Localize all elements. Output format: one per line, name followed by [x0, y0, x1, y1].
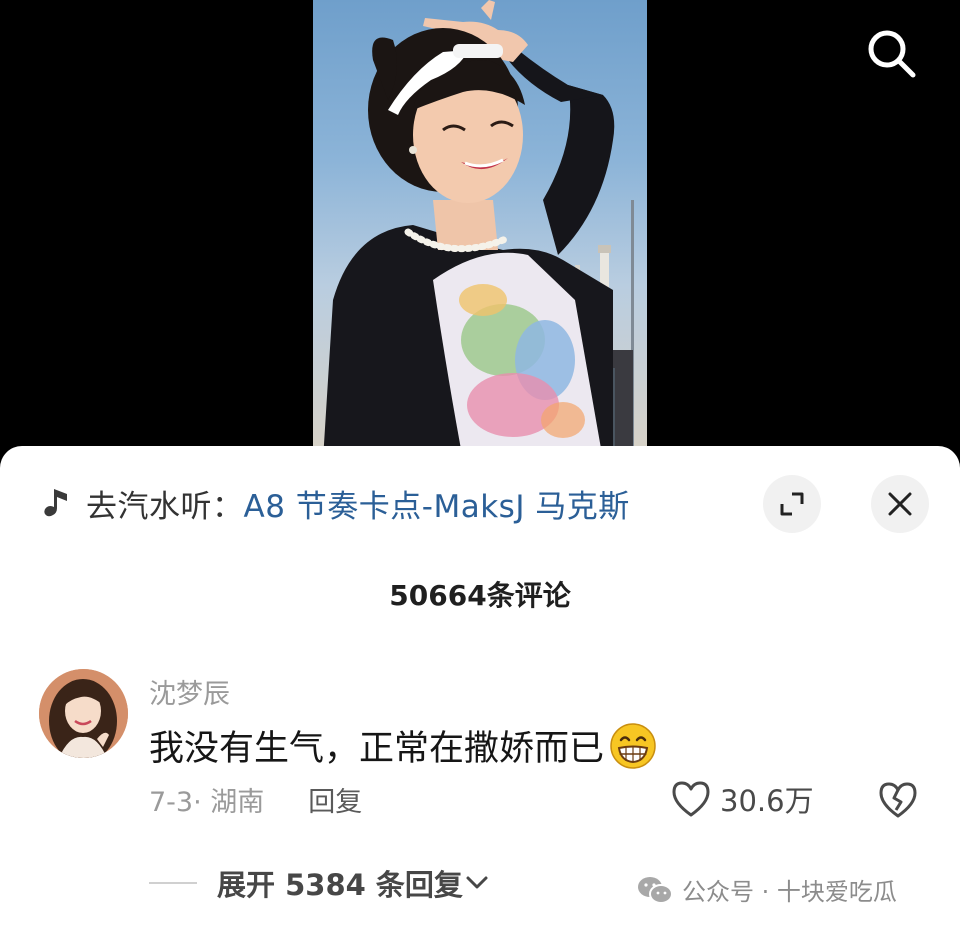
wechat-icon [638, 876, 673, 904]
avatar-image [39, 669, 128, 758]
video-player[interactable] [313, 0, 647, 460]
comment-username[interactable]: 沈梦辰 [149, 672, 230, 711]
comment-body: 我没有生气，正常在撒娇而已 [149, 729, 605, 769]
comment-meta: 7-3· 湖南 回复 [149, 780, 362, 819]
music-link[interactable]: 去汽水听： A8 节奏卡点-MaksJ 马克斯 [40, 478, 630, 528]
like-count: 30.6万 [720, 784, 814, 818]
music-note-icon [44, 489, 67, 517]
app-screen: 去汽水听： A8 节奏卡点-MaksJ 马克斯 50664条评论 沈梦辰 我没有… [0, 0, 960, 929]
video-frame-image [323, 0, 634, 460]
expand-replies-button[interactable]: 展开 5384 条回复 [149, 862, 491, 904]
divider-line [149, 882, 197, 884]
reply-button[interactable]: 回复 [308, 780, 362, 819]
comment-text: 我没有生气，正常在撒娇而已 [149, 720, 658, 771]
music-title[interactable]: A8 节奏卡点-MaksJ 马克斯 [244, 481, 630, 526]
search-icon [868, 30, 916, 78]
expand-replies-label: 展开 5384 条回复 [217, 868, 463, 902]
heart-icon [672, 781, 710, 817]
search-button[interactable] [858, 20, 924, 86]
comment-date-location: 7-3· 湖南 [149, 787, 265, 818]
close-button[interactable] [871, 475, 929, 533]
close-icon [888, 492, 912, 516]
grinning-emoji-icon [610, 722, 656, 769]
broken-heart-icon [879, 782, 917, 818]
comment-count: 50664条评论 [389, 579, 571, 612]
expand-icon [780, 492, 804, 516]
chevron-down-icon [466, 876, 488, 889]
watermark-text: 公众号 · 十块爱吃瓜 [682, 878, 897, 906]
like-button[interactable]: 30.6万 [670, 778, 814, 820]
dislike-button[interactable] [876, 778, 920, 822]
watermark: 公众号 · 十块爱吃瓜 [636, 872, 897, 907]
expand-button[interactable] [763, 475, 821, 533]
music-prefix: 去汽水听： [86, 488, 244, 525]
avatar[interactable] [39, 669, 128, 758]
